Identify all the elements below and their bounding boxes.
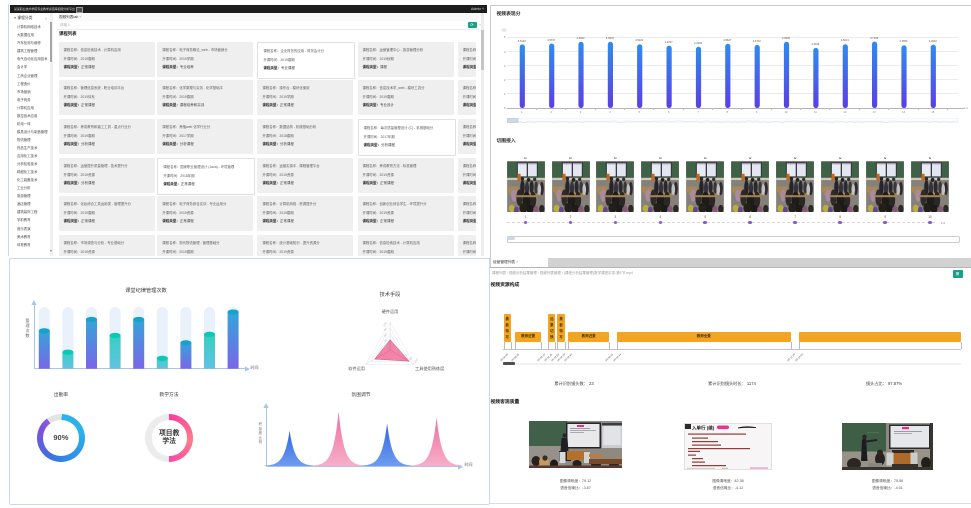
svg-text:100: 100 [382,321,388,328]
svg-text:40: 40 [383,338,388,343]
svg-text:80: 80 [408,356,413,361]
svg-text:100: 100 [413,357,419,364]
svg-text:60: 60 [383,332,388,337]
svg-text:入单行 (续): 入单行 (续) [691,425,715,432]
